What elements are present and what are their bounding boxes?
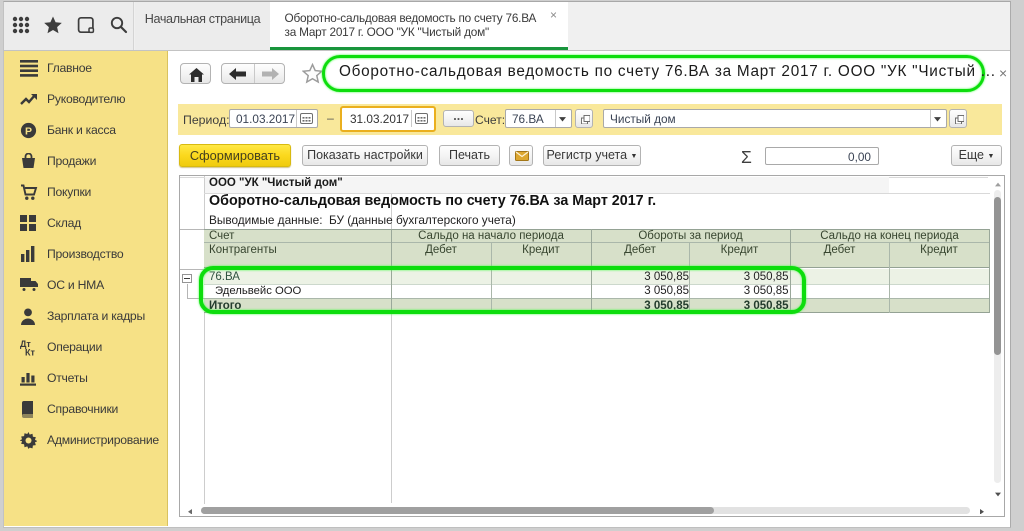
svg-text:Кт: Кт	[25, 348, 35, 357]
svg-text:P: P	[25, 125, 32, 137]
